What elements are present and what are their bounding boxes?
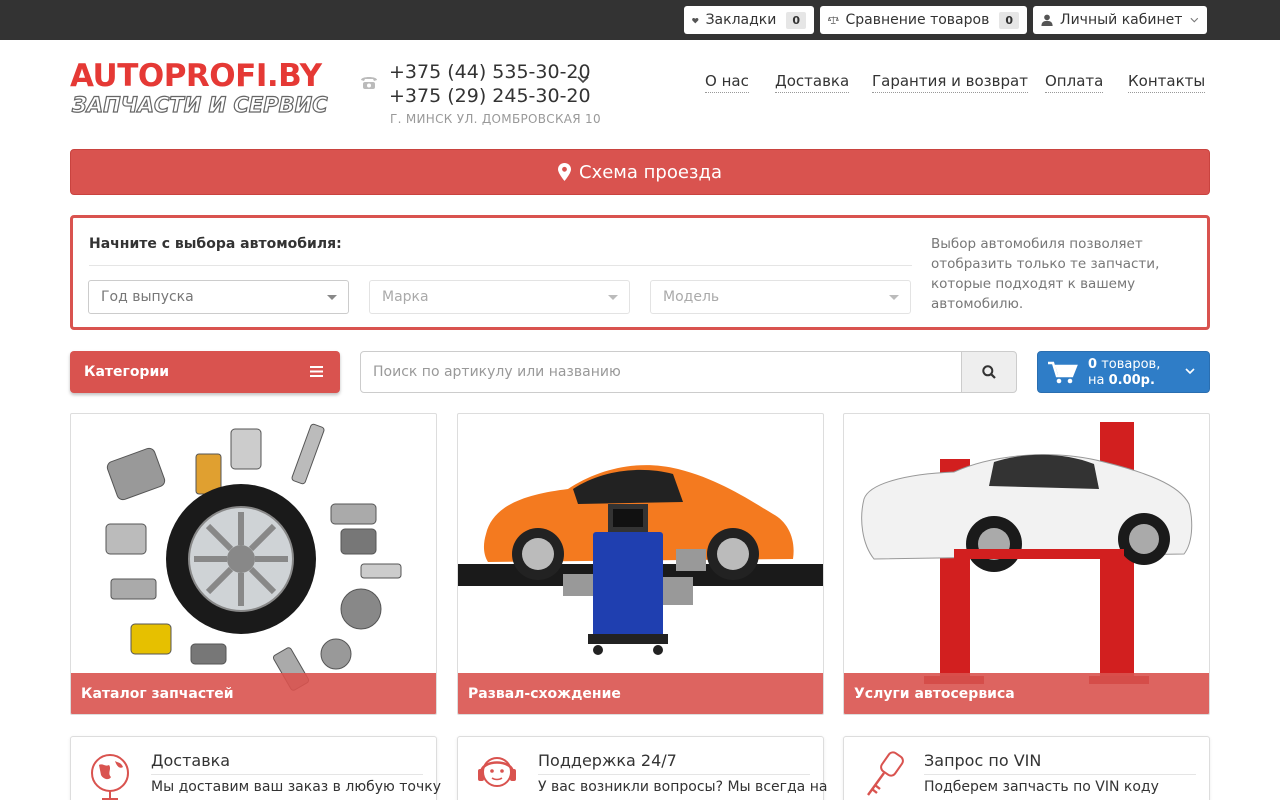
feature-delivery: Доставка Мы доставим ваш заказ в любую т… <box>70 736 441 800</box>
year-select-value: Год выпуска <box>101 289 194 305</box>
feature-text: Мы доставим ваш заказ в любую точку <box>151 779 441 795</box>
phone-secondary[interactable]: +375 (29) 245-30-20 <box>389 85 591 107</box>
chevron-down-icon <box>1185 368 1195 375</box>
card-label: Развал-схождение <box>458 673 823 714</box>
globe-delivery-icon <box>91 754 129 800</box>
logo-subtitle: ЗАПЧАСТИ И СЕРВИС <box>71 92 328 117</box>
chevron-down-icon <box>1190 17 1199 23</box>
directions-map-button[interactable]: Схема проезда <box>70 149 1210 195</box>
user-icon <box>1041 14 1053 27</box>
cart-total: 0.00р. <box>1108 373 1155 388</box>
categories-label: Категории <box>84 364 170 380</box>
cart-count: 0 <box>1088 357 1098 372</box>
car-lift-image <box>861 422 1193 684</box>
scales-icon <box>828 16 839 24</box>
nav-contacts[interactable]: Контакты <box>1128 72 1206 93</box>
card-wheel-alignment[interactable]: Развал-схождение <box>457 413 824 715</box>
year-select[interactable]: Год выпуска <box>88 280 349 314</box>
car-selector-title: Начните с выбора автомобиля: <box>89 236 342 252</box>
divider <box>89 265 912 266</box>
nav-delivery[interactable]: Доставка <box>775 72 850 93</box>
cart-prefix: на <box>1088 373 1105 388</box>
search-input[interactable]: Поиск по артикулу или названию <box>360 351 962 393</box>
support-headset-icon <box>478 757 516 787</box>
card-car-service[interactable]: Услуги автосервиса <box>843 413 1210 715</box>
search-placeholder: Поиск по артикулу или названию <box>373 364 621 380</box>
phones-dropdown-chevron-icon[interactable] <box>577 76 589 84</box>
account-button[interactable]: Личный кабинет <box>1033 6 1207 34</box>
search-icon <box>982 365 996 379</box>
nav-payment[interactable]: Оплата <box>1045 72 1104 93</box>
logo-title: AUTOPROFI.BY <box>70 58 322 94</box>
cart-summary: 0 товаров, на 0.00р. <box>1088 357 1160 389</box>
nav-warranty[interactable]: Гарантия и возврат <box>872 72 1028 93</box>
site-logo[interactable]: AUTOPROFI.BY ЗАПЧАСТИ И СЕРВИС <box>70 58 340 122</box>
divider <box>924 774 1196 775</box>
hamburger-icon <box>310 366 323 377</box>
brand-select-value: Марка <box>382 289 429 305</box>
divider <box>151 774 423 775</box>
caret-down-icon <box>327 295 337 300</box>
categories-button[interactable]: Категории <box>70 351 340 393</box>
bookmarks-count-badge: 0 <box>786 11 806 29</box>
divider <box>538 774 810 775</box>
feature-text: У вас возникли вопросы? Мы всегда на <box>538 779 828 795</box>
wheel-alignment-image <box>458 465 823 655</box>
compare-count-badge: 0 <box>999 11 1019 29</box>
top-bar: Закладки 0 Сравнение товаров 0 Личный ка… <box>0 0 1280 40</box>
compare-button[interactable]: Сравнение товаров 0 <box>820 6 1027 34</box>
bookmarks-label: Закладки <box>705 12 777 28</box>
map-marker-icon <box>558 163 572 181</box>
auto-parts-image <box>105 423 402 691</box>
store-address: Г. МИНСК УЛ. ДОМБРОВСКАЯ 10 <box>390 112 601 126</box>
feature-support: Поддержка 24/7 У вас возникли вопросы? М… <box>457 736 828 800</box>
account-label: Личный кабинет <box>1060 12 1183 28</box>
bookmarks-button[interactable]: Закладки 0 <box>684 6 814 34</box>
compare-label: Сравнение товаров <box>845 12 990 28</box>
search-button[interactable] <box>961 351 1017 393</box>
card-parts-catalog[interactable]: Каталог запчастей <box>70 413 437 715</box>
model-select-value: Модель <box>663 289 720 305</box>
car-selector-panel: Начните с выбора автомобиля: Год выпуска… <box>70 215 1210 330</box>
feature-title: Запрос по VIN <box>924 751 1042 770</box>
cart-items-word: товаров, <box>1101 357 1161 372</box>
card-label: Каталог запчастей <box>71 673 436 714</box>
card-label: Услуги автосервиса <box>844 673 1209 714</box>
feature-vin-request: Запрос по VIN Подберем запчасть по VIN к… <box>843 736 1210 800</box>
caret-down-icon <box>889 295 899 300</box>
feature-title: Доставка <box>151 751 231 770</box>
feature-title: Поддержка 24/7 <box>538 751 677 770</box>
heart-icon <box>692 17 699 23</box>
car-key-icon <box>867 751 904 796</box>
model-select[interactable]: Модель <box>650 280 911 314</box>
car-selector-help: Выбор автомобиля позволяет отобразить то… <box>931 236 1160 312</box>
shopping-cart-icon <box>1048 361 1078 384</box>
cart-button[interactable]: 0 товаров, на 0.00р. <box>1037 351 1210 393</box>
directions-map-label: Схема проезда <box>579 161 722 183</box>
phone-icon <box>361 77 377 89</box>
feature-text: Подберем запчасть по VIN коду <box>924 779 1159 795</box>
brand-select[interactable]: Марка <box>369 280 630 314</box>
nav-about[interactable]: О нас <box>705 72 749 93</box>
caret-down-icon <box>608 295 618 300</box>
phone-primary[interactable]: +375 (44) 535-30-20 <box>389 61 591 83</box>
